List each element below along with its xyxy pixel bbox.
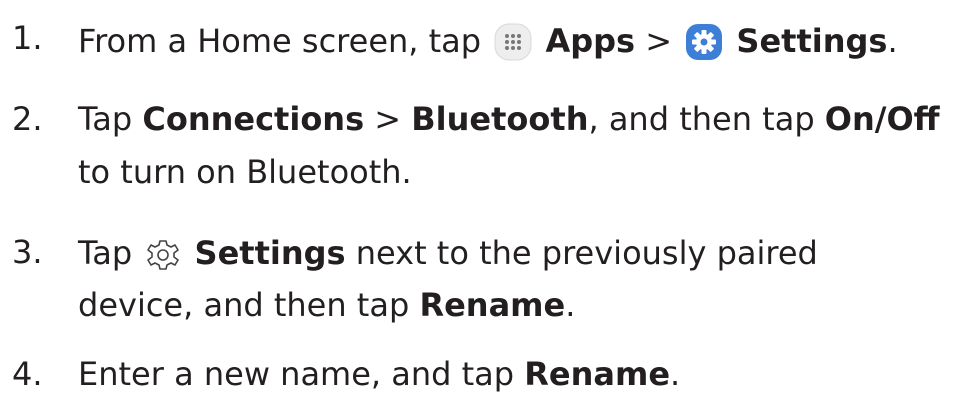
separator: >: [635, 22, 683, 60]
onoff-label: On/Off: [824, 100, 940, 138]
step-text: Tap: [78, 234, 143, 272]
step-text: next to the previously paired: [345, 234, 818, 272]
step-text: , and then tap: [588, 100, 825, 138]
step-text: .: [670, 355, 681, 393]
settings-app-icon: [684, 22, 724, 67]
separator: >: [364, 100, 412, 138]
step-number: 4.: [12, 355, 43, 393]
step-number: 3.: [12, 233, 43, 271]
step-text-line: From a Home screen, tap Apps > Settings.: [78, 22, 898, 67]
step-text: Enter a new name, and tap: [78, 355, 525, 393]
settings-label: Settings: [736, 22, 888, 60]
step-text: From a Home screen, tap: [78, 22, 492, 60]
step-text-line-2: to turn on Bluetooth.: [78, 156, 412, 188]
step-text-line-2: device, and then tap Rename.: [78, 289, 575, 321]
step-text: Tap: [78, 100, 143, 138]
step-text: .: [887, 22, 898, 60]
step-text: to turn on Bluetooth.: [78, 153, 412, 191]
step-number: 1.: [12, 19, 43, 57]
step-number: 2.: [12, 100, 43, 138]
step-text: device, and then tap: [78, 286, 420, 324]
bluetooth-label: Bluetooth: [411, 100, 589, 138]
step-text-line: Tap Connections > Bluetooth, and then ta…: [78, 103, 940, 135]
step-text-line: Tap Settings next to the previously pair…: [78, 236, 818, 279]
gear-outline-icon: [144, 236, 182, 279]
step-text-line: Enter a new name, and tap Rename.: [78, 358, 680, 390]
step-text: .: [565, 286, 576, 324]
apps-grid-icon: [493, 22, 533, 67]
rename-label: Rename: [419, 286, 566, 324]
rename-label: Rename: [524, 355, 671, 393]
instruction-steps: 1. From a Home screen, tap Apps > Settin…: [0, 0, 958, 403]
connections-label: Connections: [142, 100, 365, 138]
apps-label: Apps: [545, 22, 636, 60]
settings-label: Settings: [194, 234, 346, 272]
